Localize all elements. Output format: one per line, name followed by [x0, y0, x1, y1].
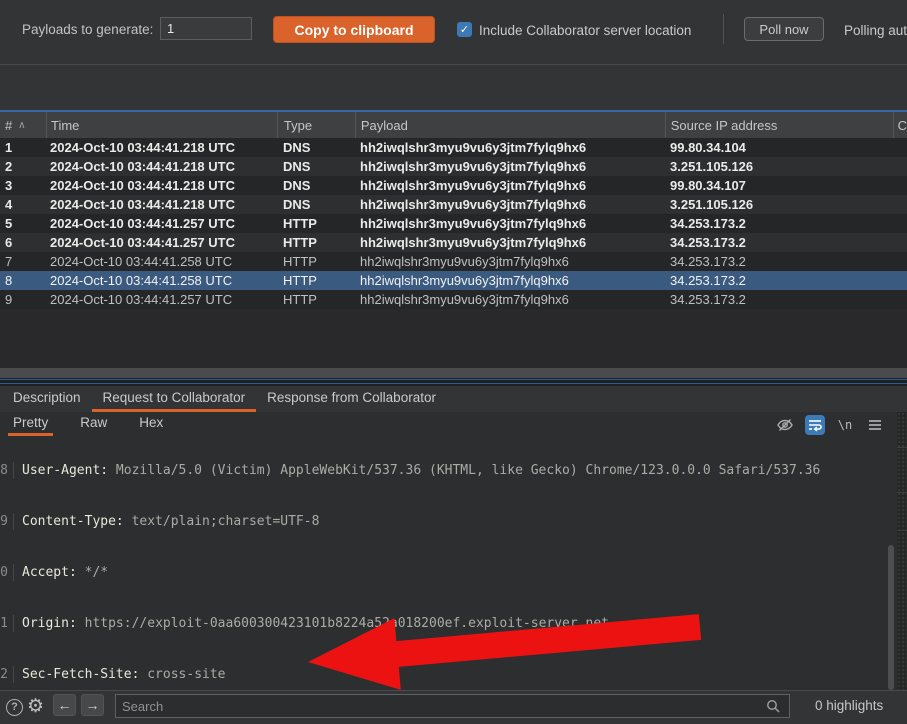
editor-view-subtabs: Pretty Raw Hex — [0, 412, 907, 436]
highlights-count: 0 highlights — [815, 698, 883, 713]
next-match-button[interactable]: → — [81, 694, 104, 716]
column-header-time[interactable]: Time — [46, 112, 277, 138]
search-input[interactable] — [122, 695, 752, 717]
include-server-location-label: Include Collaborator server location — [479, 23, 691, 38]
check-icon: ✓ — [460, 24, 469, 36]
tab-description[interactable]: Description — [2, 386, 92, 412]
collaborator-toolbar: Payloads to generate: Copy to clipboard … — [0, 0, 907, 65]
include-server-location-checkbox[interactable]: ✓ — [457, 22, 472, 37]
subtab-pretty[interactable]: Pretty — [8, 412, 53, 436]
interactions-table-header: #∧ Time Type Payload Source IP address C — [0, 110, 907, 138]
column-header-number[interactable]: #∧ — [0, 112, 46, 138]
table-row[interactable]: 92024-Oct-10 03:44:41.257 UTCHTTPhh2iwql… — [0, 290, 907, 309]
tab-request-to-collaborator[interactable]: Request to Collaborator — [92, 386, 257, 412]
table-row[interactable]: 42024-Oct-10 03:44:41.218 UTCDNShh2iwqls… — [0, 195, 907, 214]
word-wrap-icon[interactable] — [805, 415, 825, 435]
poll-now-button[interactable]: Poll now — [744, 17, 824, 41]
editor-toolbar-icons: \n — [775, 415, 885, 435]
table-row[interactable]: 32024-Oct-10 03:44:41.218 UTCDNShh2iwqls… — [0, 176, 907, 195]
detail-tabbar: Description Request to Collaborator Resp… — [0, 386, 907, 412]
burp-collaborator-panel: Payloads to generate: Copy to clipboard … — [0, 0, 907, 724]
arrow-right-icon: → — [86, 697, 100, 713]
subtab-hex[interactable]: Hex — [134, 412, 168, 436]
payloads-count-input[interactable] — [160, 17, 252, 40]
request-editor: Pretty Raw Hex \n — [0, 412, 907, 690]
copy-to-clipboard-button[interactable]: Copy to clipboard — [273, 16, 435, 43]
table-row[interactable]: 72024-Oct-10 03:44:41.258 UTCHTTPhh2iwql… — [0, 252, 907, 271]
help-icon[interactable]: ? — [6, 699, 23, 716]
table-empty-area — [0, 309, 907, 368]
request-content[interactable]: 8User-Agent: Mozilla/5.0 (Victim) AppleW… — [0, 436, 884, 690]
table-row[interactable]: 62024-Oct-10 03:44:41.257 UTCHTTPhh2iwql… — [0, 233, 907, 252]
column-header-payload[interactable]: Payload — [355, 112, 665, 138]
table-row[interactable]: 52024-Oct-10 03:44:41.257 UTCHTTPhh2iwql… — [0, 214, 907, 233]
table-row[interactable]: 22024-Oct-10 03:44:41.218 UTCDNShh2iwqls… — [0, 157, 907, 176]
sort-asc-icon: ∧ — [18, 120, 25, 131]
toolbar-divider — [723, 14, 724, 44]
arrow-left-icon: ← — [58, 697, 72, 713]
search-icon — [765, 698, 781, 717]
right-scroll-strip[interactable] — [897, 412, 907, 724]
interactions-table: 12024-Oct-10 03:44:41.218 UTCDNShh2iwqls… — [0, 138, 907, 309]
editor-scrollbar[interactable] — [888, 545, 894, 690]
editor-menu-icon[interactable] — [865, 415, 885, 435]
newline-char-icon[interactable]: \n — [835, 415, 855, 435]
panel-splitter[interactable] — [0, 368, 907, 378]
column-header-type[interactable]: Type — [277, 112, 355, 138]
tab-response-from-collaborator[interactable]: Response from Collaborator — [256, 386, 447, 412]
panel-focus-border — [0, 378, 907, 386]
subtab-raw[interactable]: Raw — [75, 412, 112, 436]
column-header-comment[interactable]: C — [893, 112, 907, 138]
column-header-source-ip[interactable]: Source IP address — [665, 112, 893, 138]
eye-slash-icon[interactable] — [775, 415, 795, 435]
gear-icon[interactable]: ⚙ — [27, 695, 44, 719]
payloads-to-generate-label: Payloads to generate: — [22, 22, 153, 37]
table-row-selected[interactable]: 82024-Oct-10 03:44:41.258 UTCHTTPhh2iwql… — [0, 271, 907, 290]
polling-status-text: Polling aut — [844, 23, 907, 38]
previous-match-button[interactable]: ← — [53, 694, 76, 716]
table-row[interactable]: 12024-Oct-10 03:44:41.218 UTCDNShh2iwqls… — [0, 138, 907, 157]
search-field-wrap — [115, 694, 790, 718]
